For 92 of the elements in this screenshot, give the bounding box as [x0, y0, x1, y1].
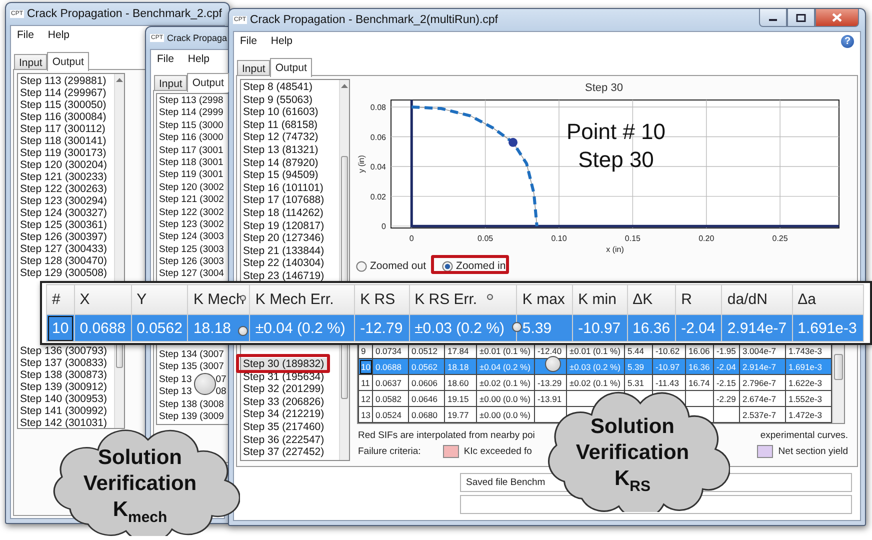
- table-cell: 2.674e-7: [740, 390, 786, 406]
- table-cell: -2.15: [714, 374, 740, 390]
- table-cell: ±0.02 (0.1 %): [566, 374, 625, 390]
- table-cell: -2.04: [676, 314, 722, 342]
- legend-label: KIc exceeded fo: [464, 446, 532, 457]
- column-header: Y: [131, 284, 188, 314]
- window-title: Crack Propagation - Benchmark_2(multiRun).cpf: [250, 14, 498, 26]
- tick-label: 0.20: [698, 234, 714, 243]
- table-cell: 0.0688: [74, 314, 132, 342]
- tick-label: 0: [382, 222, 386, 232]
- table-cell: 0.0680: [408, 406, 445, 422]
- table-cell: 19.15: [444, 390, 477, 406]
- table-cell: ±0.02 (0.1 %): [476, 374, 535, 390]
- table-cell: 18.18: [444, 358, 477, 374]
- annotation-text: Step 30: [578, 147, 654, 172]
- annotation-text: Point # 10: [566, 119, 666, 144]
- table-cell: 19.77: [444, 406, 477, 422]
- list-item-text: 07: [216, 374, 226, 386]
- column-header: X: [74, 284, 132, 314]
- table-cell: 2.914e-7: [740, 358, 786, 374]
- table-cell: 0.0562: [131, 314, 188, 342]
- tick-label: 0.08: [370, 103, 386, 112]
- table-cell: -11.43: [652, 374, 686, 390]
- table-cell: 10: [46, 314, 74, 342]
- table-cell: -13.29: [534, 374, 567, 390]
- note-text: experimental curves.: [760, 430, 848, 441]
- column-header: K min: [572, 284, 628, 314]
- column-header: da/dN: [722, 284, 792, 314]
- tick-label: 0.02: [370, 192, 386, 202]
- tick-label: 0.25: [772, 234, 788, 243]
- tick-label: 0.10: [551, 234, 567, 243]
- axis-title: x (in): [606, 245, 624, 254]
- table-cell: 2.537e-7: [740, 406, 786, 422]
- table-cell: 2.796e-7: [740, 374, 786, 390]
- window-title: Crack Propaga: [167, 33, 228, 43]
- table-cell: 2.914e-7: [722, 314, 792, 342]
- column-header: R: [676, 284, 722, 314]
- tick-label: 0.05: [478, 234, 494, 243]
- table-cell: 0.0688: [372, 358, 409, 374]
- table-cell: 16.36: [686, 358, 714, 374]
- table-cell: -13.91: [534, 390, 567, 406]
- callout-text: Solution Verification K$_{mech}$: [82, 445, 198, 524]
- legend-label: Failure criteria:: [358, 446, 421, 457]
- table-cell: 11: [358, 374, 373, 390]
- table-cell: 16.74: [686, 374, 714, 390]
- list-item-text: Step 13: [159, 374, 192, 386]
- table-cell: ±0.00 (0.0 %): [476, 406, 535, 422]
- table-cell: 0.0637: [372, 374, 409, 390]
- column-header: K RS: [354, 284, 410, 314]
- table-cell: -2.29: [714, 390, 740, 406]
- table-cell: ±0.04 (0.2 %): [250, 314, 355, 342]
- table-cell: 5.39: [516, 314, 573, 342]
- table-cell: -10.97: [652, 358, 686, 374]
- table-cell: 0.0582: [372, 390, 409, 406]
- table-cell: ±0.03 (0.2 %): [566, 358, 625, 374]
- table-cell: 13: [358, 406, 373, 422]
- column-header: Δa: [792, 284, 864, 314]
- table-cell: 18.18: [188, 314, 250, 342]
- table-cell: -2.04: [714, 358, 740, 374]
- table-cell: 16.36: [627, 314, 676, 342]
- column-header: ΔK: [627, 284, 676, 314]
- table-cell: 18.60: [444, 374, 477, 390]
- column-header: K RS Err.: [409, 284, 517, 314]
- list-item-text: 08: [216, 386, 226, 399]
- list-item-text: Step 13: [159, 386, 192, 399]
- table-cell: 1.691e-3: [786, 358, 832, 374]
- table-cell: -10.97: [572, 314, 628, 342]
- note-text: Red SIFs are interpolated from nearby poi: [358, 430, 535, 441]
- table-cell: 0.0524: [372, 406, 409, 422]
- axis-title: y (in): [357, 155, 366, 173]
- window-title: Crack Propagation - Benchmark_2.cpf: [27, 8, 222, 20]
- tick-label: 0.15: [624, 234, 640, 243]
- table-cell: 12: [358, 390, 373, 406]
- table-cell: -12.79: [354, 314, 410, 342]
- table-cell: ±0.04 (0.2 %): [476, 358, 535, 374]
- table-cell: 5.39: [624, 358, 653, 374]
- column-header: K Mech Err.: [250, 284, 355, 314]
- table-cell: 10: [358, 358, 373, 374]
- chart-title: Step 30: [585, 81, 623, 96]
- tick-label: 0: [409, 234, 414, 243]
- table-cell: 0.0646: [408, 390, 445, 406]
- column-header: K max: [516, 284, 573, 314]
- tick-label: 0.04: [370, 162, 386, 172]
- tick-label: 0.06: [370, 132, 386, 142]
- table-cell: 0.0562: [408, 358, 445, 374]
- table-cell: 5.31: [624, 374, 653, 390]
- legend-label: Net section yield: [778, 446, 848, 457]
- column-header: #: [46, 284, 74, 314]
- table-cell: 1.691e-3: [792, 314, 864, 342]
- table-cell: ±0.00 (0.0 %): [476, 390, 535, 406]
- table-cell: ±0.03 (0.2 %): [409, 314, 517, 342]
- table-cell: 0.0606: [408, 374, 445, 390]
